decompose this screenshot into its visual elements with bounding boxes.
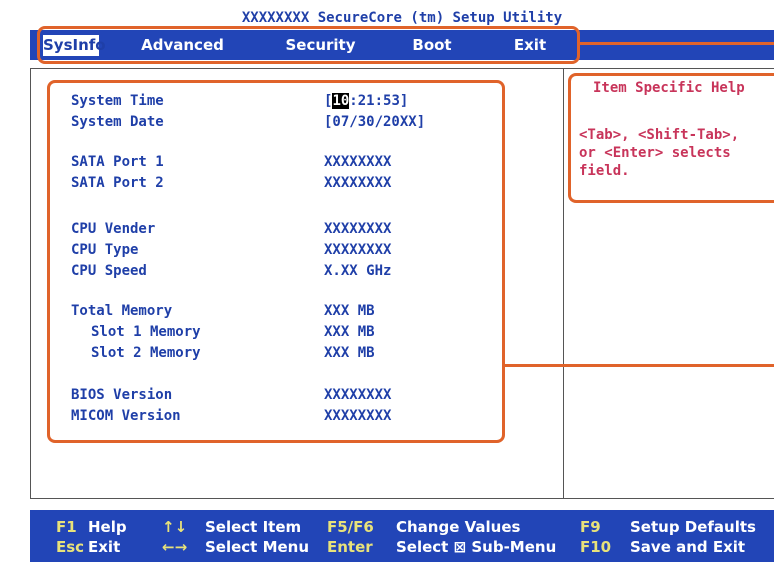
menu-callout-line [580, 42, 774, 45]
f1-desc: Help [88, 518, 127, 536]
f9-desc: Setup Defaults [630, 518, 756, 536]
menu-callout-box [37, 26, 580, 64]
panel-divider [563, 68, 564, 499]
enter-key: Enter [327, 538, 373, 556]
f9-key: F9 [580, 518, 601, 536]
esc-key: Esc [56, 538, 85, 556]
sysinfo-callout-line [505, 364, 774, 367]
f1-key: F1 [56, 518, 77, 536]
help-callout-box [568, 73, 774, 203]
sysinfo-callout-box [47, 80, 505, 443]
leftright-arrow-icon: ←→ [162, 538, 188, 556]
esc-desc: Exit [88, 538, 121, 556]
enter-desc: Select ⊠ Sub-Menu [396, 538, 557, 556]
key-legend-footer: F1 Help Esc Exit ↑↓ Select Item ←→ Selec… [30, 510, 774, 562]
f5f6-desc: Change Values [396, 518, 521, 536]
f10-desc: Save and Exit [630, 538, 746, 556]
f10-key: F10 [580, 538, 612, 556]
leftright-desc: Select Menu [205, 538, 310, 556]
f5f6-key: F5/F6 [327, 518, 374, 536]
updown-desc: Select Item [205, 518, 302, 536]
updown-arrow-icon: ↑↓ [162, 518, 188, 536]
